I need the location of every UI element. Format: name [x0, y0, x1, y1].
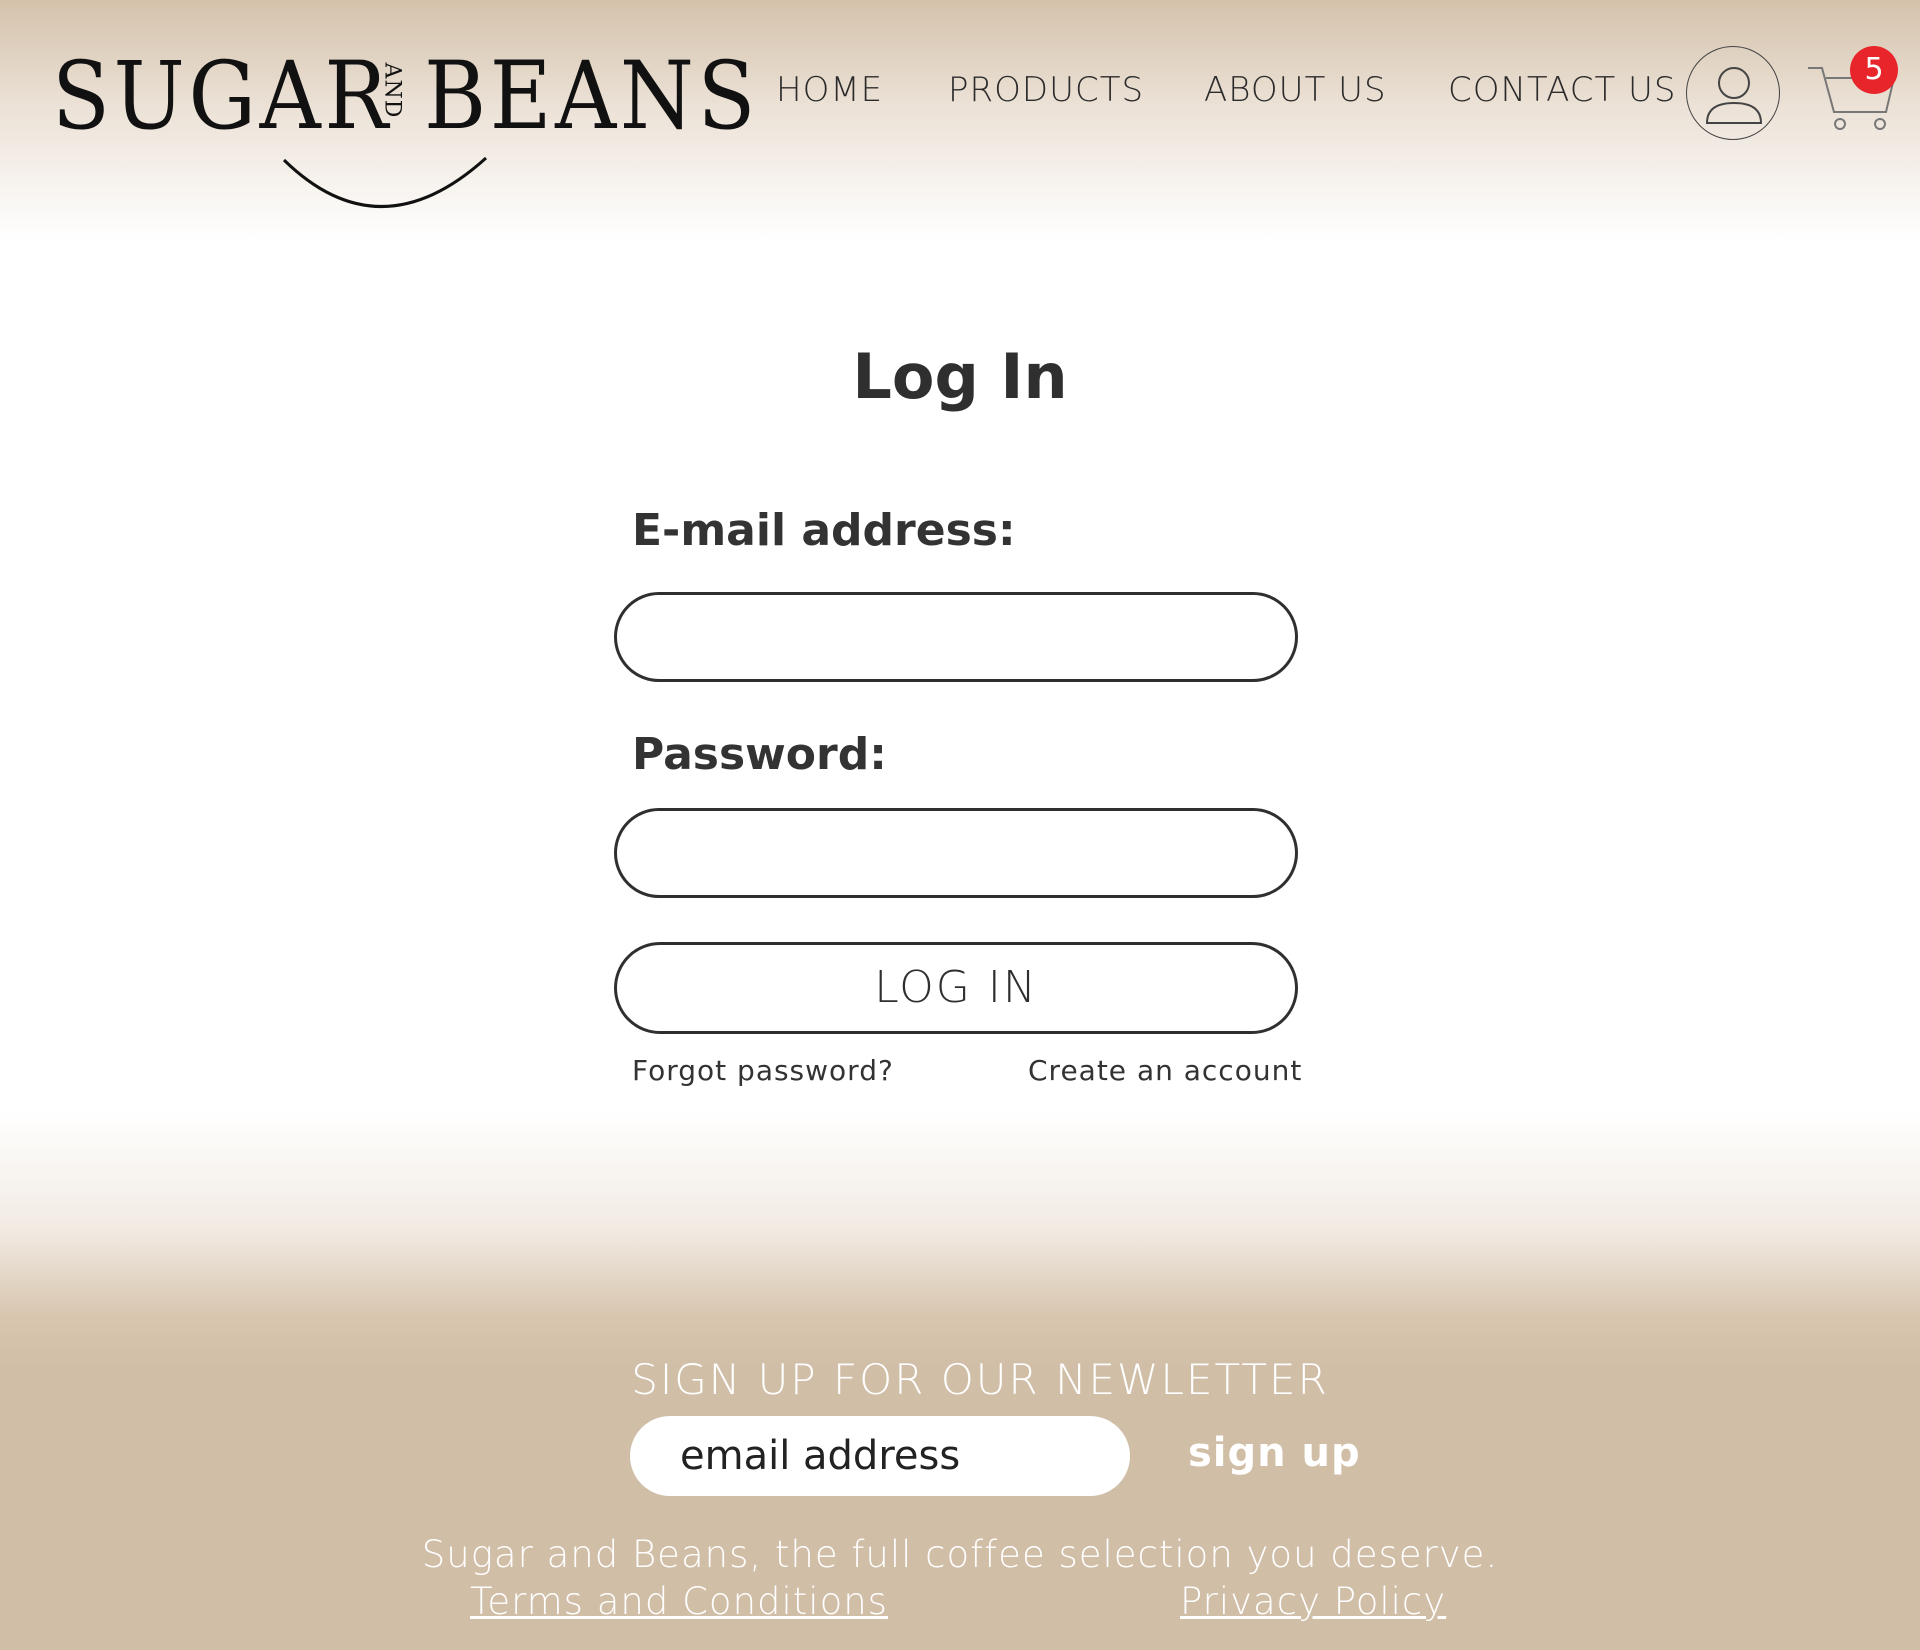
newsletter-signup-button[interactable]: sign up — [1188, 1430, 1361, 1476]
nav-products[interactable]: PRODUCTS — [948, 70, 1144, 110]
newsletter-email-wrapper — [630, 1416, 1130, 1496]
newsletter-email-input[interactable] — [630, 1416, 1130, 1496]
login-button[interactable]: LOG IN — [614, 942, 1298, 1034]
brand-logo[interactable]: SUGAR AND BEANS — [52, 42, 755, 222]
site-header: SUGAR AND BEANS HOME PRODUCTS ABOUT US C… — [0, 0, 1920, 240]
logo-word-sugar: SUGAR — [52, 42, 392, 151]
email-label: E-mail address: — [632, 505, 1016, 556]
privacy-link[interactable]: Privacy Policy — [1180, 1580, 1446, 1623]
email-field[interactable] — [617, 595, 1295, 679]
logo-word-beans: BEANS — [424, 42, 760, 151]
footer-tagline: Sugar and Beans, the full coffee selecti… — [421, 1533, 1499, 1576]
logo-smile-arc — [282, 156, 488, 208]
nav-contact-us[interactable]: CONTACT US — [1448, 70, 1677, 110]
cart-count-badge: 5 — [1850, 46, 1898, 94]
password-field[interactable] — [617, 811, 1295, 895]
password-label: Password: — [632, 729, 887, 780]
create-account-link[interactable]: Create an account — [1028, 1054, 1302, 1087]
forgot-password-link[interactable]: Forgot password? — [632, 1054, 894, 1087]
password-field-wrapper — [614, 808, 1298, 898]
page-title: Log In — [852, 340, 1068, 413]
terms-link[interactable]: Terms and Conditions — [470, 1580, 888, 1623]
nav-about-us[interactable]: ABOUT US — [1204, 70, 1387, 110]
nav-home[interactable]: HOME — [776, 70, 883, 110]
newsletter-title: SIGN UP FOR OUR NEWLETTER — [631, 1355, 1329, 1404]
logo-word-and: AND — [379, 62, 405, 119]
email-field-wrapper — [614, 592, 1298, 682]
user-circle-icon[interactable] — [1686, 46, 1780, 140]
